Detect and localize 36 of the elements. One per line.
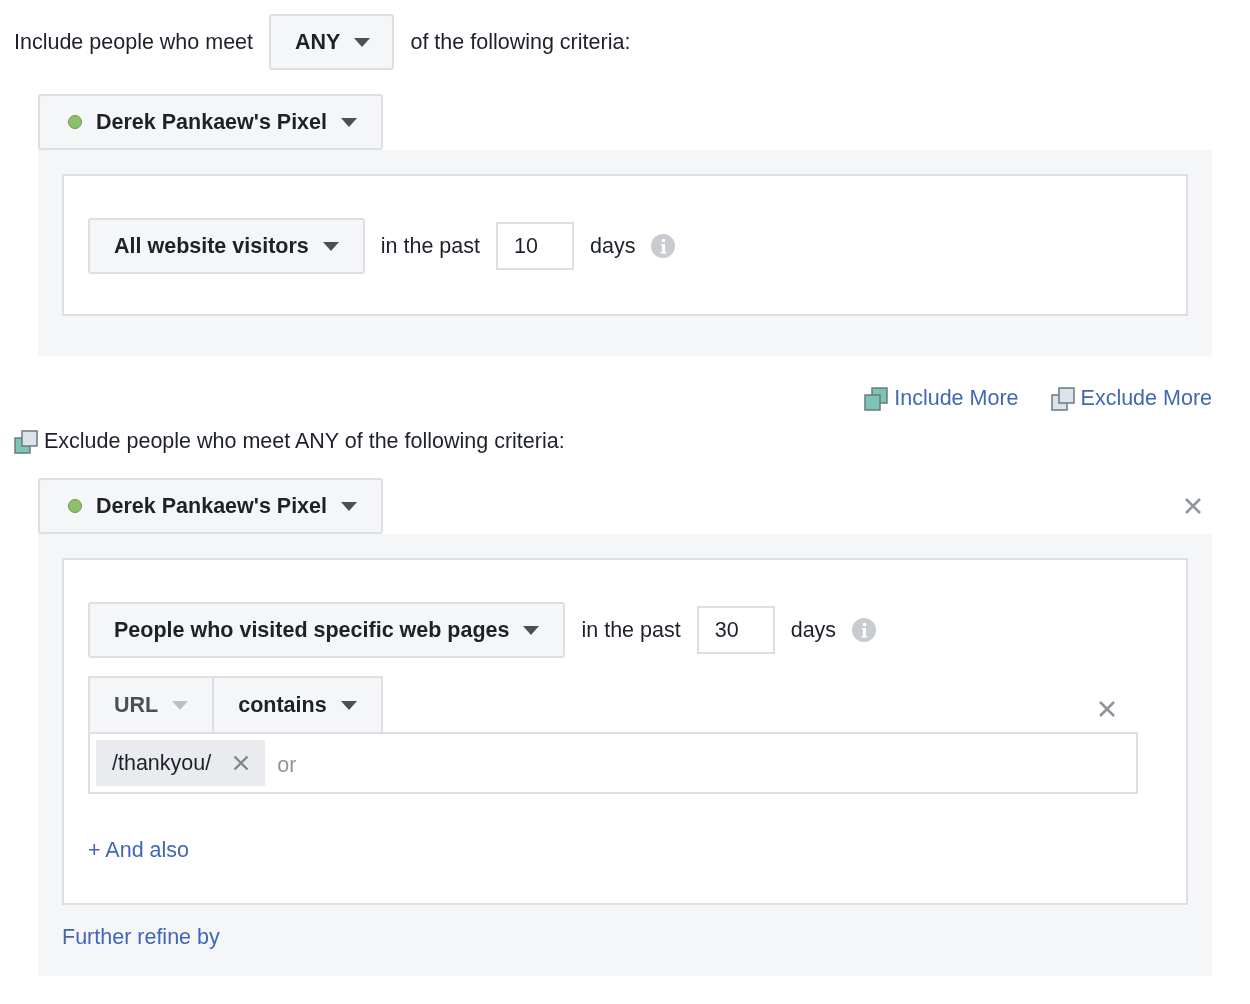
overlapping-squares-icon: [14, 429, 38, 454]
pixel-dropdown[interactable]: Derek Pankaew's Pixel: [38, 478, 383, 534]
past-label: in the past: [380, 233, 480, 259]
info-icon: [852, 618, 877, 642]
audience-dropdown[interactable]: People who visited specific web pages: [88, 602, 566, 658]
caret-icon: [172, 700, 189, 710]
caret-icon: [340, 700, 357, 710]
info-icon: [651, 234, 676, 258]
past-label: in the past: [581, 617, 681, 643]
caret-icon: [322, 241, 339, 251]
action-link[interactable]: Include More: [864, 386, 1019, 411]
overlapping-squares-icon: [1050, 386, 1075, 411]
and-also-link[interactable]: + And also: [88, 838, 189, 863]
operator-dropdown[interactable]: contains: [214, 676, 383, 732]
criteria-label: Include people who meet: [14, 29, 254, 55]
days-label: days: [790, 617, 837, 643]
close-icon[interactable]: [1184, 497, 1202, 515]
pixel-dropdown[interactable]: Derek Pankaew's Pixel: [38, 94, 383, 150]
caret-icon: [354, 37, 371, 47]
match-dropdown[interactable]: ANY: [269, 14, 395, 70]
caret-icon: [341, 117, 357, 127]
url-input-field[interactable]: /thankyou/ or: [88, 732, 1138, 794]
exclude-heading: Exclude people who meet ANY of the following criteria:: [44, 429, 565, 454]
audience-dropdown[interactable]: All website visitors: [88, 218, 365, 274]
criteria-label: of the following criteria:: [410, 29, 631, 55]
overlapping-squares-icon: [864, 386, 889, 411]
action-link[interactable]: Exclude More: [1050, 386, 1212, 411]
days-label: days: [590, 233, 636, 259]
url-tag: /thankyou/: [96, 740, 266, 786]
days-input[interactable]: 30: [696, 606, 775, 654]
close-icon[interactable]: [1098, 700, 1116, 718]
caret-icon: [341, 501, 357, 511]
caret-icon: [523, 625, 540, 635]
days-input[interactable]: 10: [496, 222, 574, 270]
remove-icon[interactable]: [233, 755, 250, 771]
further-refine-link[interactable]: Further refine by: [62, 925, 220, 950]
